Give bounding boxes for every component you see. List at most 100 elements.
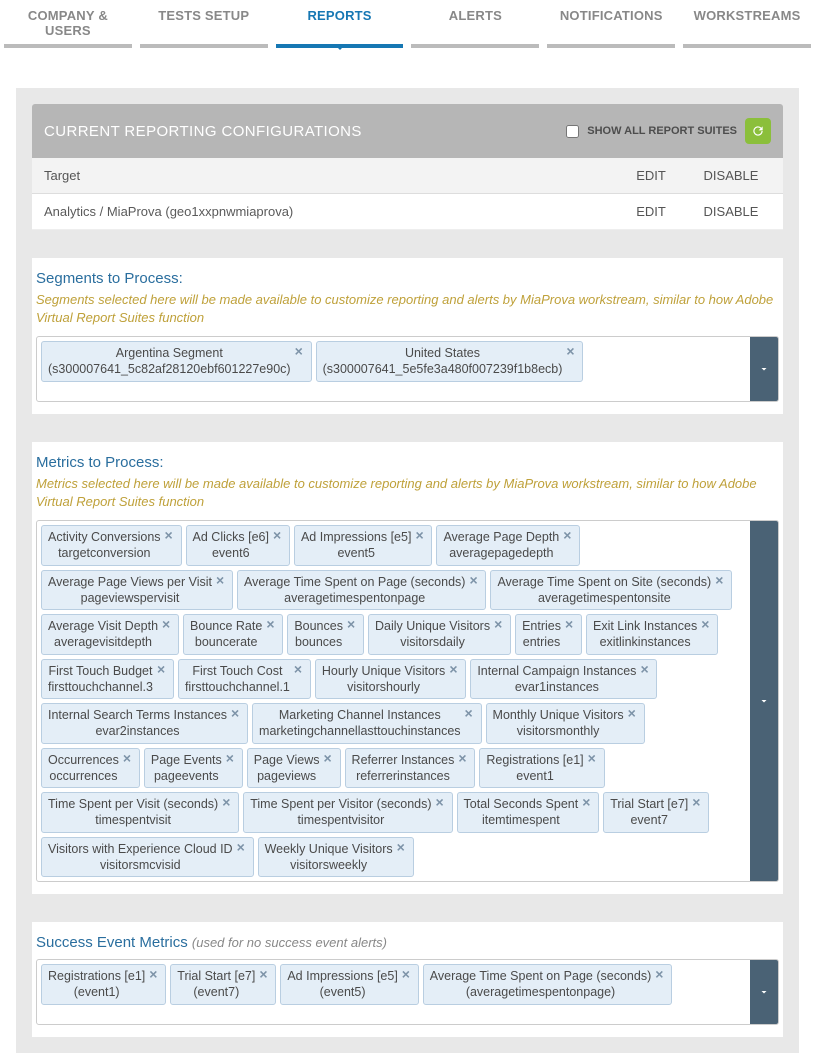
remove-tag-icon[interactable]: × xyxy=(259,968,271,980)
remove-tag-icon[interactable]: × xyxy=(295,345,307,357)
tag[interactable]: Time Spent per Visit (seconds)timespentv… xyxy=(41,792,239,833)
tag[interactable]: Marketing Channel Instancesmarketingchan… xyxy=(252,703,482,744)
tag[interactable]: Entriesentries× xyxy=(515,614,582,655)
tag[interactable]: Visitors with Experience Cloud IDvisitor… xyxy=(41,837,254,878)
tag[interactable]: Monthly Unique Visitorsvisitorsmonthly× xyxy=(486,703,645,744)
tag[interactable]: Bouncesbounces× xyxy=(287,614,364,655)
remove-tag-icon[interactable]: × xyxy=(149,968,161,980)
tag[interactable]: First Touch Budgetfirsttouchchannel.3× xyxy=(41,659,174,700)
tag[interactable]: Average Time Spent on Page (seconds)(ave… xyxy=(423,964,672,1005)
tag[interactable]: Page Eventspageevents× xyxy=(144,748,243,789)
remove-tag-icon[interactable]: × xyxy=(565,618,577,630)
tag[interactable]: Argentina Segment(s300007641_5c82af28120… xyxy=(41,341,312,382)
tab-alerts[interactable]: ALERTS xyxy=(411,0,539,48)
remove-tag-icon[interactable]: × xyxy=(465,707,477,719)
segments-dropdown[interactable] xyxy=(750,337,778,401)
show-all-checkbox[interactable] xyxy=(566,125,579,138)
tag[interactable]: Registrations [e1]event1× xyxy=(479,748,604,789)
tag[interactable]: Ad Impressions [e5]event5× xyxy=(294,525,432,566)
remove-tag-icon[interactable]: × xyxy=(458,752,470,764)
segments-tags[interactable]: Argentina Segment(s300007641_5c82af28120… xyxy=(37,337,750,401)
disable-button[interactable]: DISABLE xyxy=(691,204,771,219)
metrics-dropdown[interactable] xyxy=(750,521,778,881)
tag[interactable]: Ad Impressions [e5](event5)× xyxy=(280,964,418,1005)
remove-tag-icon[interactable]: × xyxy=(449,663,461,675)
remove-tag-icon[interactable]: × xyxy=(582,796,594,808)
remove-tag-icon[interactable]: × xyxy=(563,529,575,541)
tag-label: Occurrences xyxy=(48,752,119,768)
tag-sublabel: event7 xyxy=(630,812,668,828)
chevron-down-icon xyxy=(758,695,770,707)
tag[interactable]: Internal Search Terms Instancesevar2inst… xyxy=(41,703,248,744)
remove-tag-icon[interactable]: × xyxy=(655,968,667,980)
metrics-tag-area[interactable]: Activity Conversionstargetconversion×Ad … xyxy=(36,520,779,882)
tag[interactable]: Page Viewspageviews× xyxy=(247,748,341,789)
remove-tag-icon[interactable]: × xyxy=(231,707,243,719)
remove-tag-icon[interactable]: × xyxy=(701,618,713,630)
tag[interactable]: Average Page Depthaveragepagedepth× xyxy=(436,525,580,566)
tab-workstreams[interactable]: WORKSTREAMS xyxy=(683,0,811,48)
tag[interactable]: Trial Start [e7]event7× xyxy=(603,792,709,833)
remove-tag-icon[interactable]: × xyxy=(222,796,234,808)
remove-tag-icon[interactable]: × xyxy=(692,796,704,808)
tab-reports[interactable]: REPORTS xyxy=(276,0,404,48)
remove-tag-icon[interactable]: × xyxy=(273,529,285,541)
tag[interactable]: Time Spent per Visitor (seconds)timespen… xyxy=(243,792,452,833)
tag[interactable]: Total Seconds Spentitemtimespent× xyxy=(457,792,600,833)
tag[interactable]: Average Time Spent on Page (seconds)aver… xyxy=(237,570,486,611)
tab-tests-setup[interactable]: TESTS SETUP xyxy=(140,0,268,48)
tag[interactable]: Occurrencesoccurrences× xyxy=(41,748,140,789)
tag[interactable]: Average Page Views per Visitpageviewsper… xyxy=(41,570,233,611)
remove-tag-icon[interactable]: × xyxy=(469,574,481,586)
remove-tag-icon[interactable]: × xyxy=(123,752,135,764)
tag-sublabel: itemtimespent xyxy=(482,812,560,828)
tag[interactable]: Trial Start [e7](event7)× xyxy=(170,964,276,1005)
remove-tag-icon[interactable]: × xyxy=(266,618,278,630)
tag[interactable]: First Touch Costfirsttouchchannel.1× xyxy=(178,659,311,700)
tag[interactable]: Activity Conversionstargetconversion× xyxy=(41,525,182,566)
remove-tag-icon[interactable]: × xyxy=(162,618,174,630)
tab-notifications[interactable]: NOTIFICATIONS xyxy=(547,0,675,48)
remove-tag-icon[interactable]: × xyxy=(324,752,336,764)
remove-tag-icon[interactable]: × xyxy=(640,663,652,675)
tag-label: Referrer Instances xyxy=(352,752,455,768)
remove-tag-icon[interactable]: × xyxy=(415,529,427,541)
tag[interactable]: Ad Clicks [e6]event6× xyxy=(186,525,290,566)
remove-tag-icon[interactable]: × xyxy=(715,574,727,586)
tag-sublabel: averagepagedepth xyxy=(449,545,553,561)
remove-tag-icon[interactable]: × xyxy=(157,663,169,675)
success-tags[interactable]: Registrations [e1](event1)×Trial Start [… xyxy=(37,960,750,1024)
panel-header-actions: SHOW ALL REPORT SUITES xyxy=(566,118,771,144)
remove-tag-icon[interactable]: × xyxy=(402,968,414,980)
segments-tag-area[interactable]: Argentina Segment(s300007641_5c82af28120… xyxy=(36,336,779,402)
tag[interactable]: Internal Campaign Instancesevar1instance… xyxy=(470,659,657,700)
tag[interactable]: Daily Unique Visitorsvisitorsdaily× xyxy=(368,614,511,655)
tag[interactable]: Referrer Instancesreferrerinstances× xyxy=(345,748,476,789)
remove-tag-icon[interactable]: × xyxy=(294,663,306,675)
tag[interactable]: Exit Link Instancesexitlinkinstances× xyxy=(586,614,718,655)
metrics-tags[interactable]: Activity Conversionstargetconversion×Ad … xyxy=(37,521,750,881)
tag[interactable]: Bounce Ratebouncerate× xyxy=(183,614,283,655)
success-tag-area[interactable]: Registrations [e1](event1)×Trial Start [… xyxy=(36,959,779,1025)
remove-tag-icon[interactable]: × xyxy=(436,796,448,808)
remove-tag-icon[interactable]: × xyxy=(165,529,177,541)
remove-tag-icon[interactable]: × xyxy=(237,841,249,853)
remove-tag-icon[interactable]: × xyxy=(588,752,600,764)
tag[interactable]: United States(s300007641_5e5fe3a480f0072… xyxy=(316,341,584,382)
remove-tag-icon[interactable]: × xyxy=(226,752,238,764)
remove-tag-icon[interactable]: × xyxy=(347,618,359,630)
tag[interactable]: Average Visit Depthaveragevisitdepth× xyxy=(41,614,179,655)
tag[interactable]: Average Time Spent on Site (seconds)aver… xyxy=(490,570,732,611)
edit-button[interactable]: EDIT xyxy=(611,204,691,219)
tab-company-users[interactable]: COMPANY & USERS xyxy=(4,0,132,48)
tag[interactable]: Weekly Unique Visitorsvisitorsweekly× xyxy=(258,837,414,878)
remove-tag-icon[interactable]: × xyxy=(628,707,640,719)
remove-tag-icon[interactable]: × xyxy=(494,618,506,630)
tag[interactable]: Registrations [e1](event1)× xyxy=(41,964,166,1005)
remove-tag-icon[interactable]: × xyxy=(566,345,578,357)
refresh-button[interactable] xyxy=(745,118,771,144)
remove-tag-icon[interactable]: × xyxy=(216,574,228,586)
success-dropdown[interactable] xyxy=(750,960,778,1024)
tag[interactable]: Hourly Unique Visitorsvisitorshourly× xyxy=(315,659,466,700)
remove-tag-icon[interactable]: × xyxy=(397,841,409,853)
